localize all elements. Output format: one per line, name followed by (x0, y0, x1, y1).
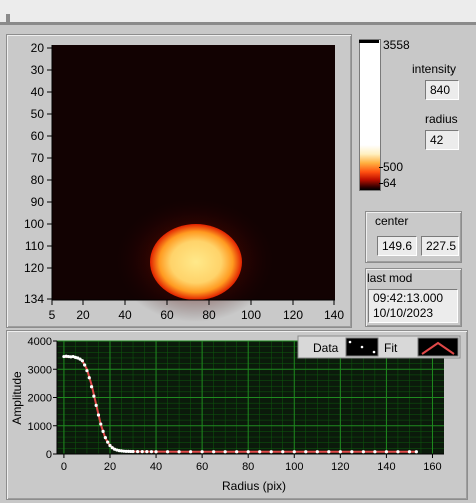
plot-x-tick-label: 140 (377, 461, 395, 473)
plot-y-tick-label: 0 (46, 449, 52, 461)
plot-y-tick-label: 2000 (28, 393, 52, 405)
plot-x-tick-label: 40 (150, 461, 162, 473)
data-point (80, 359, 84, 363)
plot-x-tick-label: 60 (196, 461, 208, 473)
plot-x-tick-label: 80 (242, 461, 254, 473)
plot-y-tick-label: 4000 (28, 336, 52, 348)
data-point (108, 443, 112, 448)
plot-y-tick-label: 1000 (28, 421, 52, 433)
data-point (235, 450, 239, 454)
data-point (315, 450, 319, 454)
data-point (327, 450, 331, 454)
data-point (189, 450, 193, 454)
plot-x-axis-label: Radius (pix) (222, 479, 286, 493)
data-point (258, 450, 262, 454)
data-point (292, 450, 296, 454)
data-point (414, 450, 418, 454)
data-point (223, 450, 227, 454)
data-point (338, 450, 342, 454)
legend-data-point (348, 340, 352, 344)
data-point (246, 450, 250, 454)
data-point (281, 450, 285, 454)
plot-x-tick-label: 120 (331, 461, 349, 473)
data-point (85, 369, 89, 373)
data-point (407, 450, 412, 454)
data-point (373, 450, 377, 454)
data-point (269, 450, 273, 454)
data-point (304, 450, 308, 454)
data-point (131, 449, 135, 454)
plot-y-tick-label: 3000 (28, 364, 52, 376)
data-point (87, 376, 91, 380)
data-point (103, 436, 107, 440)
data-point (145, 450, 149, 454)
data-point (140, 450, 144, 454)
plot-x-tick-label: 160 (423, 461, 441, 473)
data-point (94, 403, 98, 408)
data-point (99, 422, 103, 426)
legend-fit-label: Fit (384, 341, 398, 355)
data-point (149, 450, 154, 454)
plot-x-tick-label: 20 (104, 461, 116, 473)
data-point (396, 450, 400, 454)
data-point (384, 450, 389, 454)
legend-data-label: Data (313, 341, 339, 355)
data-point (177, 450, 181, 454)
data-point (350, 450, 354, 454)
data-point (212, 450, 216, 454)
data-point (106, 440, 110, 444)
radial-profile-chart[interactable]: 0 20 40 60 80 100 120 140 160 0 1000 2000 3000 4000 R… (0, 0, 476, 503)
data-point (154, 450, 158, 454)
data-point (200, 450, 204, 454)
data-point (92, 394, 96, 398)
data-point (96, 413, 101, 417)
legend-data-point (360, 345, 364, 349)
data-point (89, 385, 94, 389)
plot-y-axis-label: Amplitude (10, 371, 24, 425)
legend-data-point (372, 350, 376, 354)
data-point (165, 450, 170, 454)
data-point (101, 429, 105, 433)
data-point (361, 450, 365, 454)
data-point (83, 363, 87, 367)
data-point (136, 449, 140, 454)
plot-x-tick-label: 100 (285, 461, 303, 473)
plot-x-tick-label: 0 (61, 461, 67, 473)
